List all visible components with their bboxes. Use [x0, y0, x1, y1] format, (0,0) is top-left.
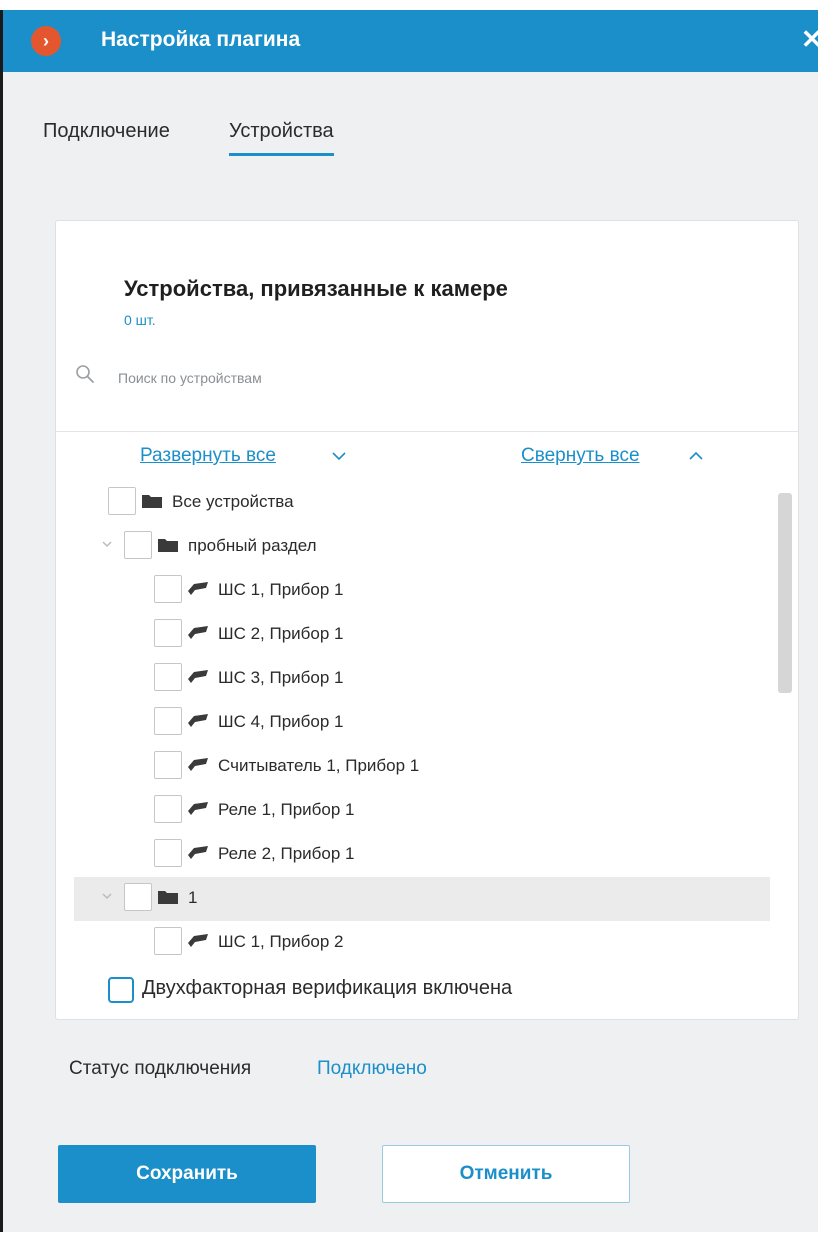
- folder-icon: [142, 495, 162, 508]
- tree-item-label: Реле 2, Прибор 1: [218, 844, 355, 863]
- tree-row[interactable]: ШС 1, Прибор 2: [74, 921, 770, 965]
- panel-title: Устройства, привязанные к камере: [124, 276, 508, 301]
- tree-checkbox[interactable]: [108, 487, 136, 515]
- tree-item-label: ШС 4, Прибор 1: [218, 712, 344, 731]
- tree-row[interactable]: Реле 2, Прибор 1: [74, 833, 770, 877]
- two-factor-checkbox[interactable]: [108, 977, 134, 1003]
- tree-row[interactable]: Считыватель 1, Прибор 1: [74, 745, 770, 789]
- tree-checkbox[interactable]: [154, 751, 182, 779]
- plugin-settings-window: › Настройка плагина ✕ Подключение Устрой…: [0, 10, 818, 1232]
- cancel-button[interactable]: Отменить: [382, 1145, 630, 1203]
- device-search-input[interactable]: [116, 364, 760, 392]
- tree-checkbox[interactable]: [154, 795, 182, 823]
- tree-item-label: ШС 1, Прибор 1: [218, 580, 344, 599]
- tree-item-label: ШС 2, Прибор 1: [218, 624, 344, 643]
- close-icon[interactable]: ✕: [801, 24, 818, 55]
- tree-scrollbar[interactable]: [778, 493, 792, 693]
- tree-checkbox[interactable]: [154, 927, 182, 955]
- devices-panel: Устройства, привязанные к камере 0 шт. Р…: [55, 220, 799, 1020]
- divider: [56, 431, 798, 432]
- tree-checkbox[interactable]: [154, 707, 182, 735]
- collapse-all-link[interactable]: Свернуть все: [521, 445, 640, 467]
- device-count: 0 шт.: [124, 312, 156, 328]
- app-logo-icon: ›: [31, 26, 61, 56]
- expand-chevron-icon[interactable]: [100, 889, 114, 903]
- tree-row[interactable]: Все устройства: [74, 481, 770, 525]
- tree-item-label: ШС 3, Прибор 1: [218, 668, 344, 687]
- expand-chevron-icon[interactable]: [100, 537, 114, 551]
- tree-row[interactable]: ШС 4, Прибор 1: [74, 701, 770, 745]
- tree-checkbox[interactable]: [124, 883, 152, 911]
- tree-checkbox[interactable]: [154, 839, 182, 867]
- tree-checkbox[interactable]: [124, 531, 152, 559]
- window-title: Настройка плагина: [101, 28, 301, 51]
- folder-icon: [158, 891, 178, 904]
- sensor-icon: [188, 582, 208, 595]
- two-factor-label: Двухфакторная верификация включена: [142, 977, 513, 999]
- tree-item-label: пробный раздел: [188, 536, 317, 555]
- sensor-icon: [188, 670, 208, 683]
- tree-item-label: 1: [188, 888, 198, 907]
- folder-icon: [158, 539, 178, 552]
- tree-item-label: Все устройства: [172, 492, 294, 511]
- tree-checkbox[interactable]: [154, 575, 182, 603]
- sensor-icon: [188, 846, 208, 859]
- tree-row[interactable]: 1: [74, 877, 770, 921]
- tab-connection[interactable]: Подключение: [43, 120, 170, 143]
- tree-checkbox[interactable]: [154, 619, 182, 647]
- device-tree: Все устройства пробный раздел ШС 1, Прибор…: [56, 481, 798, 971]
- tree-item-label: ШС 1, Прибор 2: [218, 932, 344, 951]
- tree-row[interactable]: ШС 2, Прибор 1: [74, 613, 770, 657]
- title-bar: › Настройка плагина ✕: [3, 10, 818, 72]
- tree-row[interactable]: ШС 1, Прибор 1: [74, 569, 770, 613]
- tab-devices[interactable]: Устройства: [229, 120, 334, 156]
- tree-row[interactable]: пробный раздел: [74, 525, 770, 569]
- tree-row[interactable]: ШС 3, Прибор 1: [74, 657, 770, 701]
- connection-status-value: Подключено: [317, 1058, 427, 1079]
- sensor-icon: [188, 626, 208, 639]
- tree-row[interactable]: Реле 1, Прибор 1: [74, 789, 770, 833]
- expand-all-link[interactable]: Развернуть все: [140, 445, 276, 467]
- search-icon: [76, 365, 94, 383]
- tree-item-label: Реле 1, Прибор 1: [218, 800, 355, 819]
- sensor-icon: [188, 758, 208, 771]
- connection-status-label: Статус подключения: [69, 1058, 252, 1079]
- tree-item-label: Считыватель 1, Прибор 1: [218, 756, 420, 775]
- sensor-icon: [188, 934, 208, 947]
- tree-checkbox[interactable]: [154, 663, 182, 691]
- sensor-icon: [188, 714, 208, 727]
- save-button[interactable]: Сохранить: [58, 1145, 316, 1203]
- chevron-up-icon[interactable]: [686, 449, 706, 463]
- sensor-icon: [188, 802, 208, 815]
- chevron-down-icon[interactable]: [329, 449, 349, 463]
